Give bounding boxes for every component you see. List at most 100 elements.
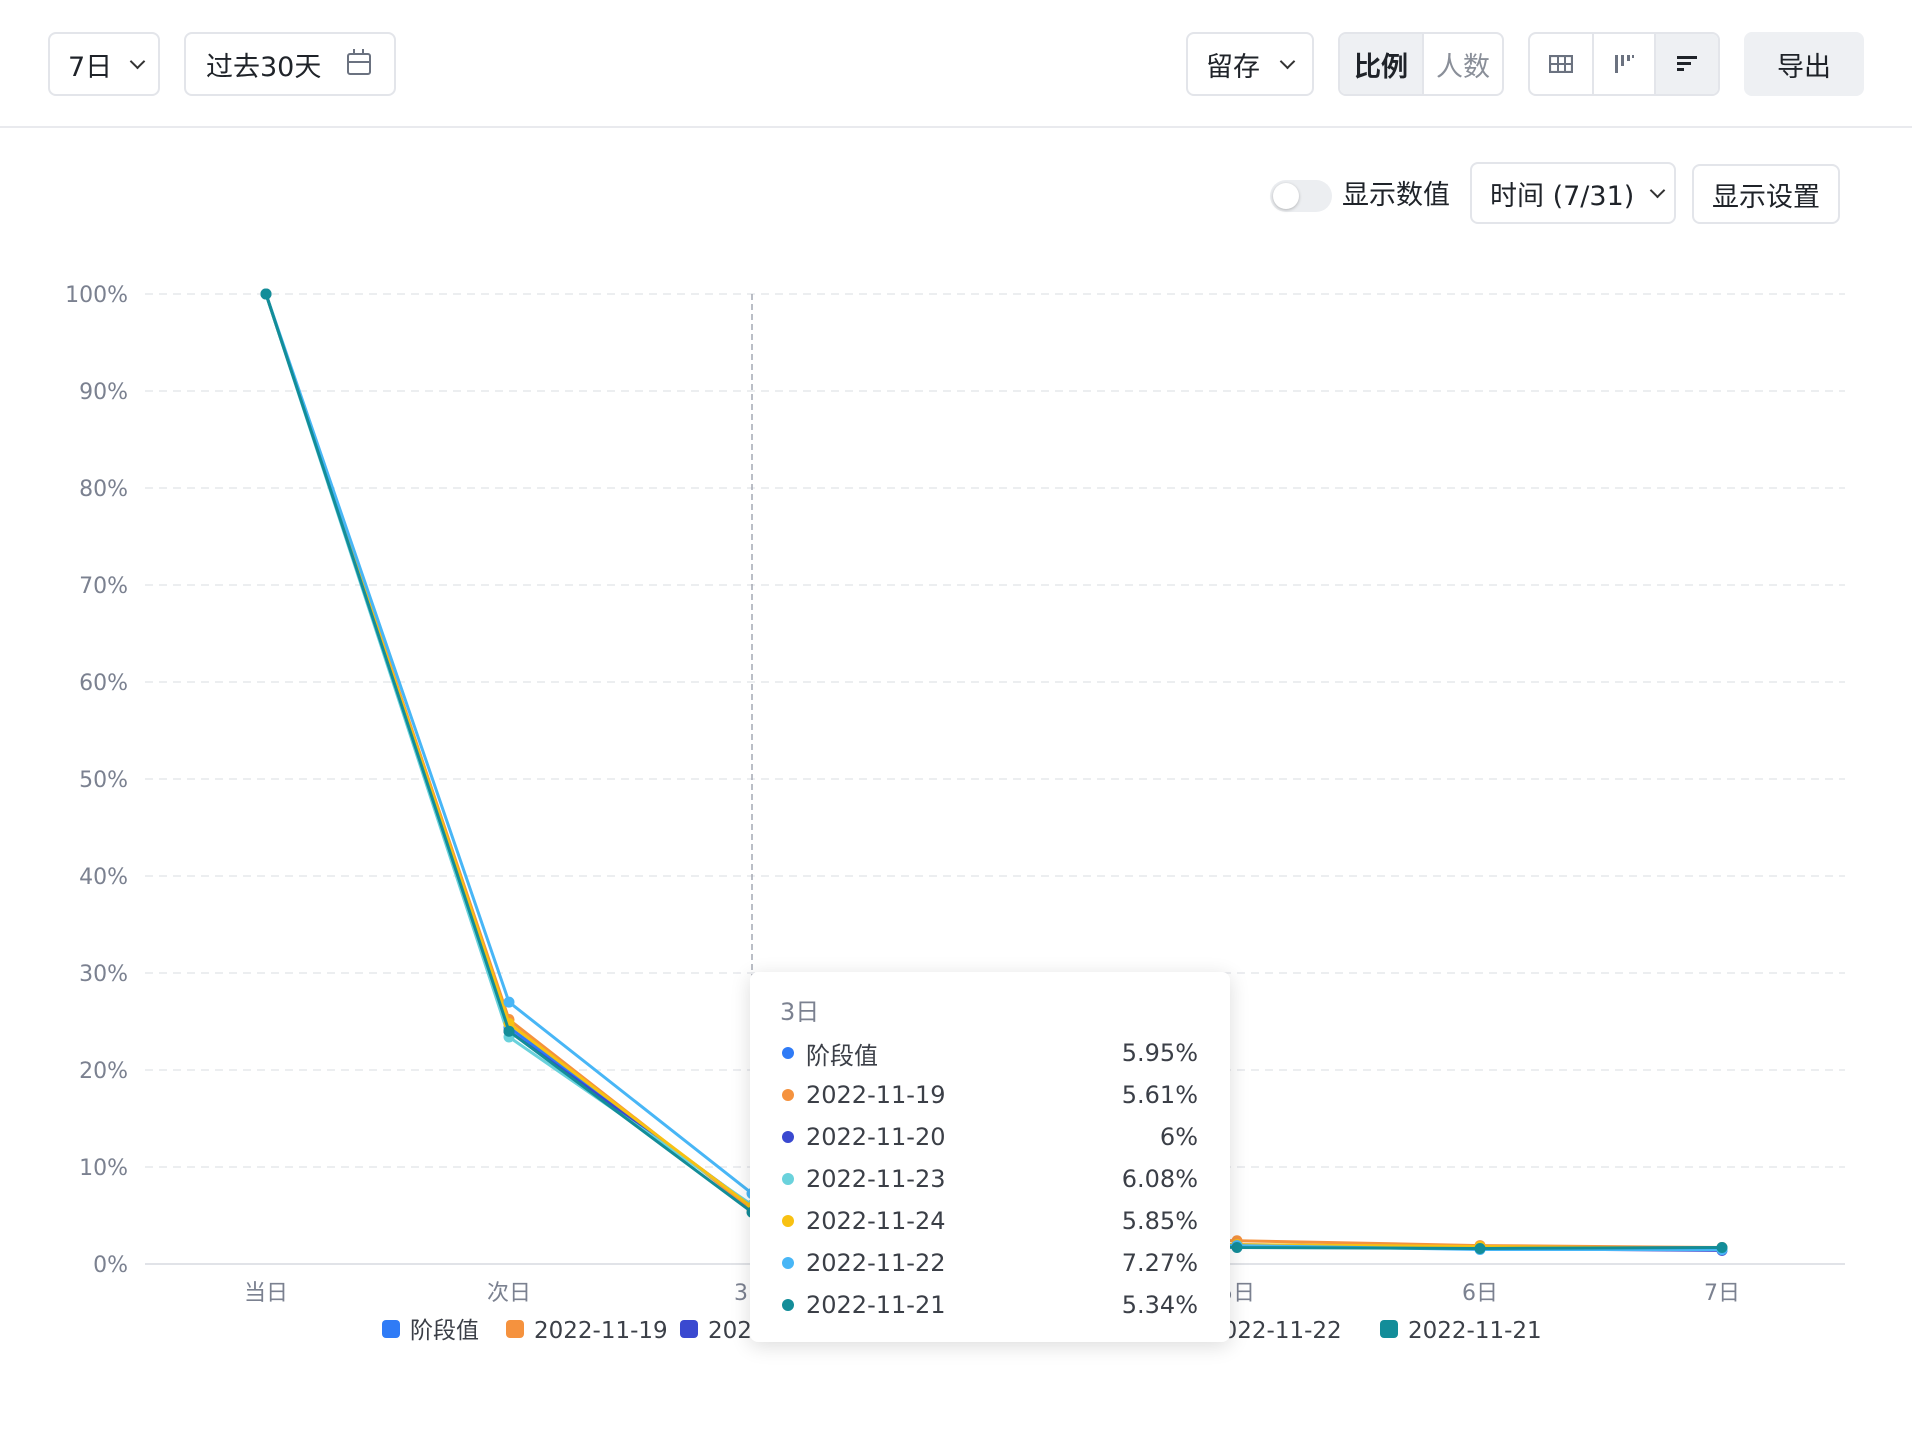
data-point (1474, 1241, 1486, 1253)
data-point (1231, 1242, 1243, 1254)
line-view-button[interactable] (1654, 34, 1718, 94)
table-icon (1549, 55, 1573, 73)
series-dot (782, 1089, 794, 1101)
tooltip-row: 阶段值 5.95% (782, 1032, 1198, 1074)
x-tick-label: 当日 (244, 1281, 288, 1306)
series-dot (782, 1047, 794, 1059)
tooltip-series-value: 5.95% (1121, 1039, 1198, 1067)
y-tick-label: 100% (65, 283, 128, 308)
data-point (1474, 1242, 1486, 1254)
tooltip-series-name: 2022-11-24 (806, 1207, 946, 1235)
data-point (1474, 1243, 1486, 1255)
tab-ratio[interactable]: 比例 (1340, 34, 1422, 94)
data-point (260, 288, 272, 300)
data-point (1231, 1240, 1243, 1252)
legend-swatch (1380, 1320, 1398, 1338)
calendar-icon (347, 49, 372, 75)
tooltip-row: 2022-11-24 5.85% (782, 1200, 1198, 1242)
y-tick-label: 90% (79, 380, 128, 405)
chevron-down-icon (1279, 53, 1296, 69)
table-view-button[interactable] (1530, 34, 1592, 94)
tooltip-series-name: 2022-11-20 (806, 1123, 946, 1151)
time-select[interactable]: 时间 (7/31) (1470, 162, 1676, 224)
date-range-picker[interactable]: 过去30天 (184, 32, 396, 96)
x-tick-label: 6日 (1462, 1281, 1498, 1306)
x-tick-label: 7日 (1704, 1281, 1740, 1306)
y-tick-label: 80% (79, 477, 128, 502)
y-tick-label: 60% (79, 671, 128, 696)
value-mode-toggle: 比例 人数 (1338, 32, 1504, 96)
data-point (1231, 1239, 1243, 1251)
legend-swatch (680, 1320, 698, 1338)
date-range-label: 过去30天 (206, 51, 322, 83)
data-point (1716, 1242, 1728, 1254)
chevron-down-icon (129, 53, 146, 69)
data-point (1474, 1240, 1486, 1252)
data-point (1474, 1242, 1486, 1254)
tooltip-series-name: 阶段值 (806, 1041, 878, 1070)
data-point (503, 1025, 515, 1037)
data-point (1716, 1244, 1728, 1256)
data-point (1231, 1241, 1243, 1253)
tooltip-series-value: 5.61% (1121, 1081, 1198, 1109)
legend-swatch (506, 1320, 524, 1338)
chart-tooltip: 3日 阶段值 5.95% 2022-11-19 5.61% 2022-11-20 6% 20… (750, 972, 1230, 1342)
tooltip-series-value: 5.85% (1121, 1207, 1198, 1235)
chevron-down-icon (1650, 182, 1666, 198)
y-tick-label: 50% (79, 768, 128, 793)
data-point (503, 1014, 515, 1026)
export-button[interactable]: 导出 (1744, 32, 1864, 96)
display-settings-button[interactable]: 显示设置 (1692, 164, 1840, 224)
data-point (1474, 1242, 1486, 1254)
tooltip-series-value: 6.08% (1121, 1165, 1198, 1193)
show-values-toggle[interactable] (1270, 180, 1332, 212)
tooltip-series-value: 6% (1159, 1123, 1198, 1151)
toggle-knob (1273, 183, 1299, 209)
data-point (260, 288, 272, 300)
data-point (1716, 1242, 1728, 1254)
tooltip-title: 3日 (780, 998, 820, 1026)
tooltip-row: 2022-11-23 6.08% (782, 1158, 1198, 1200)
data-point (503, 1031, 515, 1043)
data-point (260, 288, 272, 300)
tooltip-series-value: 5.34% (1121, 1291, 1198, 1319)
data-point (1231, 1239, 1243, 1251)
tooltip-row: 2022-11-20 6% (782, 1116, 1198, 1158)
data-point (1231, 1240, 1243, 1252)
legend-label: 阶段值 (410, 1318, 479, 1344)
tab-count[interactable]: 人数 (1422, 34, 1502, 94)
y-axis-ticks: 0% 10% 20% 30% 40% 50% 60% 70% 80% 90% 100% (65, 283, 128, 1278)
y-tick-label: 20% (79, 1059, 128, 1084)
series-dot (782, 1257, 794, 1269)
y-tick-label: 10% (79, 1156, 128, 1181)
data-point (1231, 1235, 1243, 1247)
tooltip-series-name: 2022-11-23 (806, 1165, 946, 1193)
view-mode-toggle (1528, 32, 1720, 96)
tooltip-series-name: 2022-11-21 (806, 1291, 946, 1319)
data-point (1716, 1243, 1728, 1255)
time-select-label: 时间 (7/31) (1490, 180, 1635, 212)
tooltip-row: 2022-11-21 5.34% (782, 1284, 1198, 1326)
data-point (503, 1017, 515, 1029)
data-point (260, 288, 272, 300)
metric-select-label: 留存 (1206, 51, 1260, 83)
y-tick-label: 70% (79, 574, 128, 599)
data-point (260, 288, 272, 300)
data-point (260, 288, 272, 300)
data-point (503, 1025, 515, 1037)
period-select[interactable]: 7日 (48, 32, 160, 96)
bar-chart-icon (1677, 56, 1697, 71)
series-dot (782, 1215, 794, 1227)
data-point (1716, 1242, 1728, 1254)
data-point (503, 996, 515, 1008)
data-point (1716, 1242, 1728, 1254)
column-view-button[interactable] (1592, 34, 1654, 94)
legend-label: 2022-11-21 (1408, 1318, 1542, 1344)
toolbar: 7日 过去30天 留存 比例 人数 导出 (0, 0, 1912, 128)
tooltip-series-value: 7.27% (1121, 1249, 1198, 1277)
show-values-label: 显示数值 (1342, 180, 1450, 211)
metric-select[interactable]: 留存 (1186, 32, 1314, 96)
series-dot (782, 1173, 794, 1185)
tooltip-row: 2022-11-22 7.27% (782, 1242, 1198, 1284)
series-dot (782, 1131, 794, 1143)
